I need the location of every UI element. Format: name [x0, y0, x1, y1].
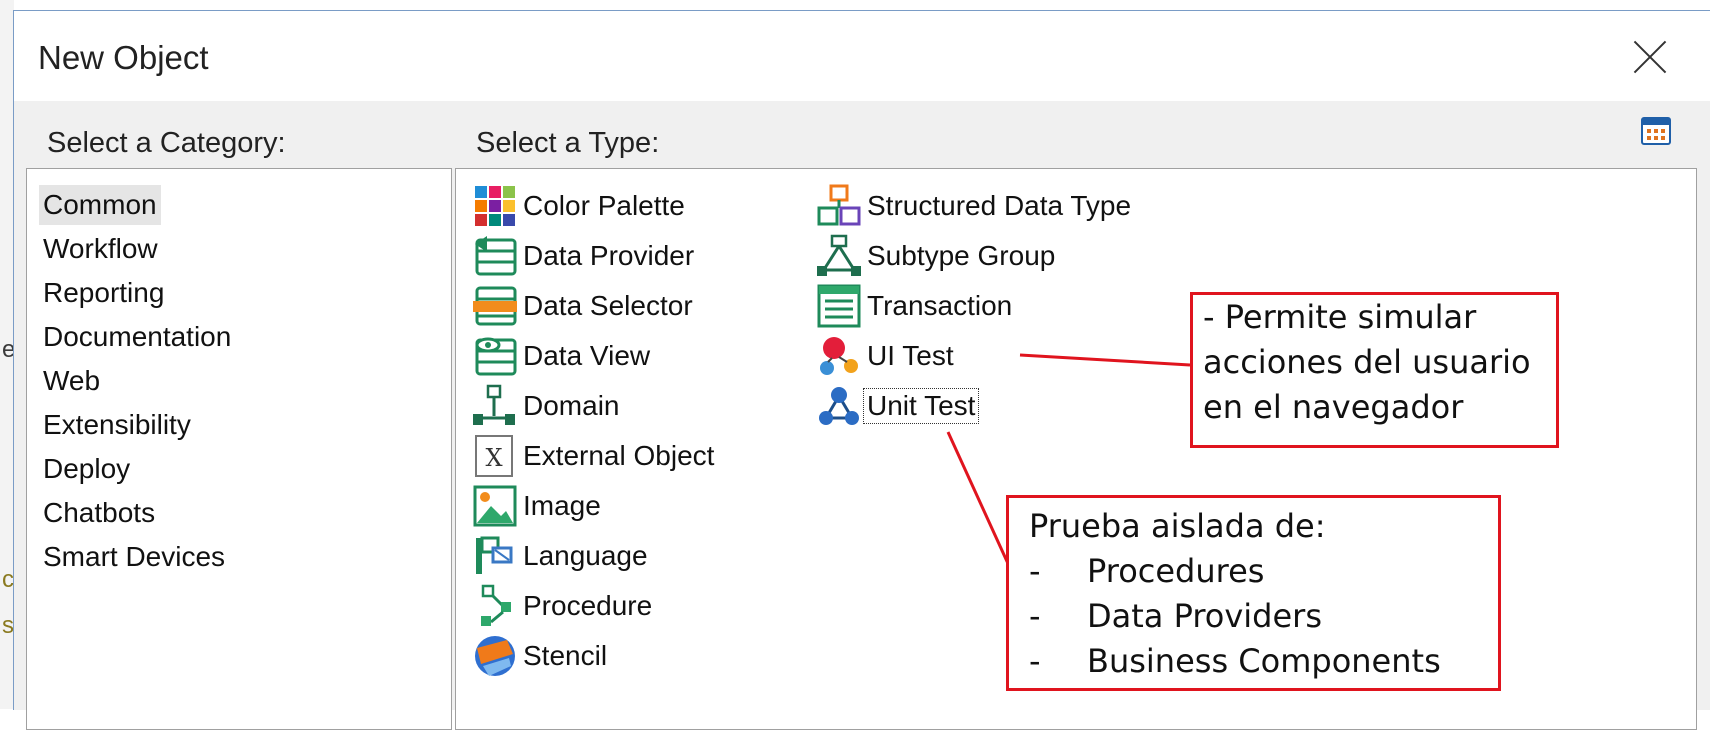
- category-item-common[interactable]: Common: [39, 185, 161, 225]
- type-item-data-provider[interactable]: Data Provider: [473, 234, 696, 278]
- callout-unit-test-item-label: Data Providers: [1087, 597, 1322, 635]
- callout-unit-test-item-label: Business Components: [1087, 642, 1441, 680]
- type-label-stencil: Stencil: [523, 640, 608, 671]
- close-icon[interactable]: [1627, 33, 1675, 81]
- category-item-workflow[interactable]: Workflow: [39, 229, 162, 269]
- type-item-ui-test[interactable]: UI Test: [817, 334, 956, 378]
- stencil-icon: [475, 636, 515, 676]
- type-label-unit-test: Unit Test: [862, 388, 980, 424]
- domain-icon: [473, 384, 515, 425]
- type-label-transaction: Transaction: [867, 290, 1013, 321]
- data-provider-icon: [475, 236, 517, 276]
- category-label: Select a Category:: [47, 127, 286, 159]
- type-item-language[interactable]: Language: [473, 534, 650, 578]
- callout-unit-test-item: - Business Components: [1029, 639, 1498, 684]
- type-item-subtype-group[interactable]: Subtype Group: [817, 234, 1057, 278]
- type-label-structured-data-type: Structured Data Type: [867, 190, 1132, 221]
- language-icon: [476, 536, 513, 574]
- callout-ui-test-line: - Permite simular: [1203, 298, 1477, 336]
- type-label-data-view: Data View: [523, 340, 651, 371]
- category-item-web[interactable]: Web: [39, 361, 104, 401]
- unit-test-icon: [819, 387, 859, 425]
- type-label-procedure: Procedure: [523, 590, 653, 621]
- type-label-data-provider: Data Provider: [523, 240, 695, 271]
- bullet-dash: -: [1029, 642, 1041, 680]
- type-item-domain[interactable]: Domain: [473, 384, 621, 428]
- category-item-smart-devices[interactable]: Smart Devices: [39, 537, 229, 577]
- type-item-image[interactable]: Image: [473, 484, 603, 528]
- dialog-titlebar: New Object: [14, 11, 1710, 101]
- callout-unit-test-item: - Procedures: [1029, 549, 1498, 594]
- type-label-image: Image: [523, 490, 601, 521]
- type-label-external-object: External Object: [523, 440, 715, 471]
- color-palette-icon: [475, 186, 515, 226]
- type-label-domain: Domain: [523, 390, 620, 421]
- type-label-language: Language: [523, 540, 648, 571]
- type-item-external-object[interactable]: X External Object: [473, 434, 716, 478]
- transaction-icon: [817, 284, 861, 328]
- type-label-ui-test: UI Test: [867, 340, 954, 371]
- type-item-transaction[interactable]: Transaction: [817, 284, 1014, 328]
- data-view-icon: [475, 337, 517, 376]
- callout-unit-test: Prueba aislada de: - Procedures - Data P…: [1006, 495, 1501, 691]
- category-item-documentation[interactable]: Documentation: [39, 317, 235, 357]
- category-item-extensibility[interactable]: Extensibility: [39, 405, 195, 445]
- callout-unit-test-item: - Data Providers: [1029, 594, 1498, 639]
- type-label: Select a Type:: [476, 127, 660, 159]
- category-list[interactable]: Common Workflow Reporting Documentation …: [26, 168, 452, 730]
- ui-test-icon: [820, 337, 858, 375]
- type-item-stencil[interactable]: Stencil: [473, 634, 609, 678]
- data-selector-icon: [473, 286, 517, 326]
- bullet-dash: -: [1029, 597, 1041, 635]
- type-item-color-palette[interactable]: Color Palette: [473, 184, 687, 228]
- category-item-reporting[interactable]: Reporting: [39, 273, 168, 313]
- external-object-icon: X: [475, 435, 513, 477]
- view-mode-icon[interactable]: [1640, 115, 1672, 147]
- category-item-chatbots[interactable]: Chatbots: [39, 493, 159, 533]
- callout-ui-test: - Permite simular acciones del usuario e…: [1190, 292, 1559, 448]
- type-label-data-selector: Data Selector: [523, 290, 693, 321]
- dialog-title: New Object: [38, 39, 209, 76]
- image-icon: [473, 485, 517, 527]
- procedure-icon: [481, 584, 511, 626]
- subtype-group-icon: [817, 234, 861, 276]
- callout-ui-test-line: en el navegador: [1203, 388, 1464, 426]
- type-item-data-view[interactable]: Data View: [473, 334, 652, 378]
- external-object-glyph: X: [485, 444, 502, 472]
- type-item-data-selector[interactable]: Data Selector: [473, 284, 695, 328]
- type-label-color-palette: Color Palette: [523, 190, 685, 221]
- structured-data-type-icon: [817, 184, 861, 226]
- type-label-subtype-group: Subtype Group: [867, 240, 1056, 271]
- type-item-procedure[interactable]: Procedure: [473, 584, 654, 628]
- type-item-structured-data-type[interactable]: Structured Data Type: [817, 184, 1133, 228]
- bullet-dash: -: [1029, 552, 1041, 590]
- type-item-unit-test[interactable]: Unit Test: [817, 384, 980, 428]
- callout-unit-test-item-label: Procedures: [1087, 552, 1265, 590]
- callout-unit-test-heading: Prueba aislada de:: [1029, 507, 1326, 545]
- callout-ui-test-line: acciones del usuario: [1203, 343, 1531, 381]
- category-item-deploy[interactable]: Deploy: [39, 449, 134, 489]
